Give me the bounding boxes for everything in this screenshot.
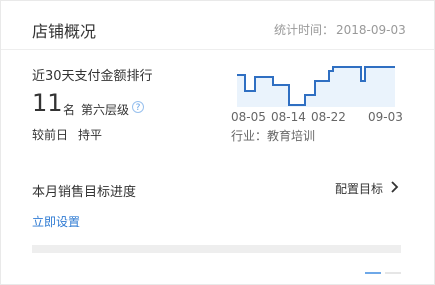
x-tick: 08-05 — [231, 110, 266, 124]
stat-time-value: 2018-09-03 — [336, 23, 406, 37]
setup-now-link[interactable]: 立即设置 — [32, 213, 80, 230]
sales-goal-title: 本月销售目标进度 — [32, 185, 137, 200]
rank-unit: 名 — [63, 103, 76, 117]
rank-trend-sparkline — [237, 66, 395, 107]
x-tick: 09-03 — [368, 110, 403, 124]
industry-label: 行业：教育培训 — [231, 129, 316, 143]
chevron-right-icon[interactable] — [390, 181, 400, 193]
carousel-indicator-active[interactable] — [365, 272, 381, 274]
header-divider — [1, 49, 434, 50]
compare-value: 持平 — [78, 128, 103, 142]
configure-goal-link[interactable]: 配置目标 — [335, 180, 383, 197]
x-tick: 08-14 — [271, 110, 306, 124]
rank-number: 11 — [32, 89, 63, 117]
carousel-indicator[interactable] — [385, 272, 401, 274]
ranking-label: 近30天支付金额排行 — [32, 69, 153, 84]
store-overview-card: 店铺概况 统计时间： 2018-09-03 近30天支付金额排行 11 名 第六层… — [0, 0, 435, 285]
compare-label: 较前日 — [32, 128, 69, 142]
x-tick: 08-22 — [311, 110, 346, 124]
stat-time: 统计时间： 2018-09-03 — [274, 21, 406, 38]
rank-level: 第六层级 — [81, 103, 130, 117]
card-title: 店铺概况 — [32, 22, 97, 41]
stat-time-label: 统计时间： — [274, 23, 335, 37]
help-icon[interactable]: ? — [132, 101, 144, 113]
sales-goal-progress-bar — [32, 245, 401, 253]
